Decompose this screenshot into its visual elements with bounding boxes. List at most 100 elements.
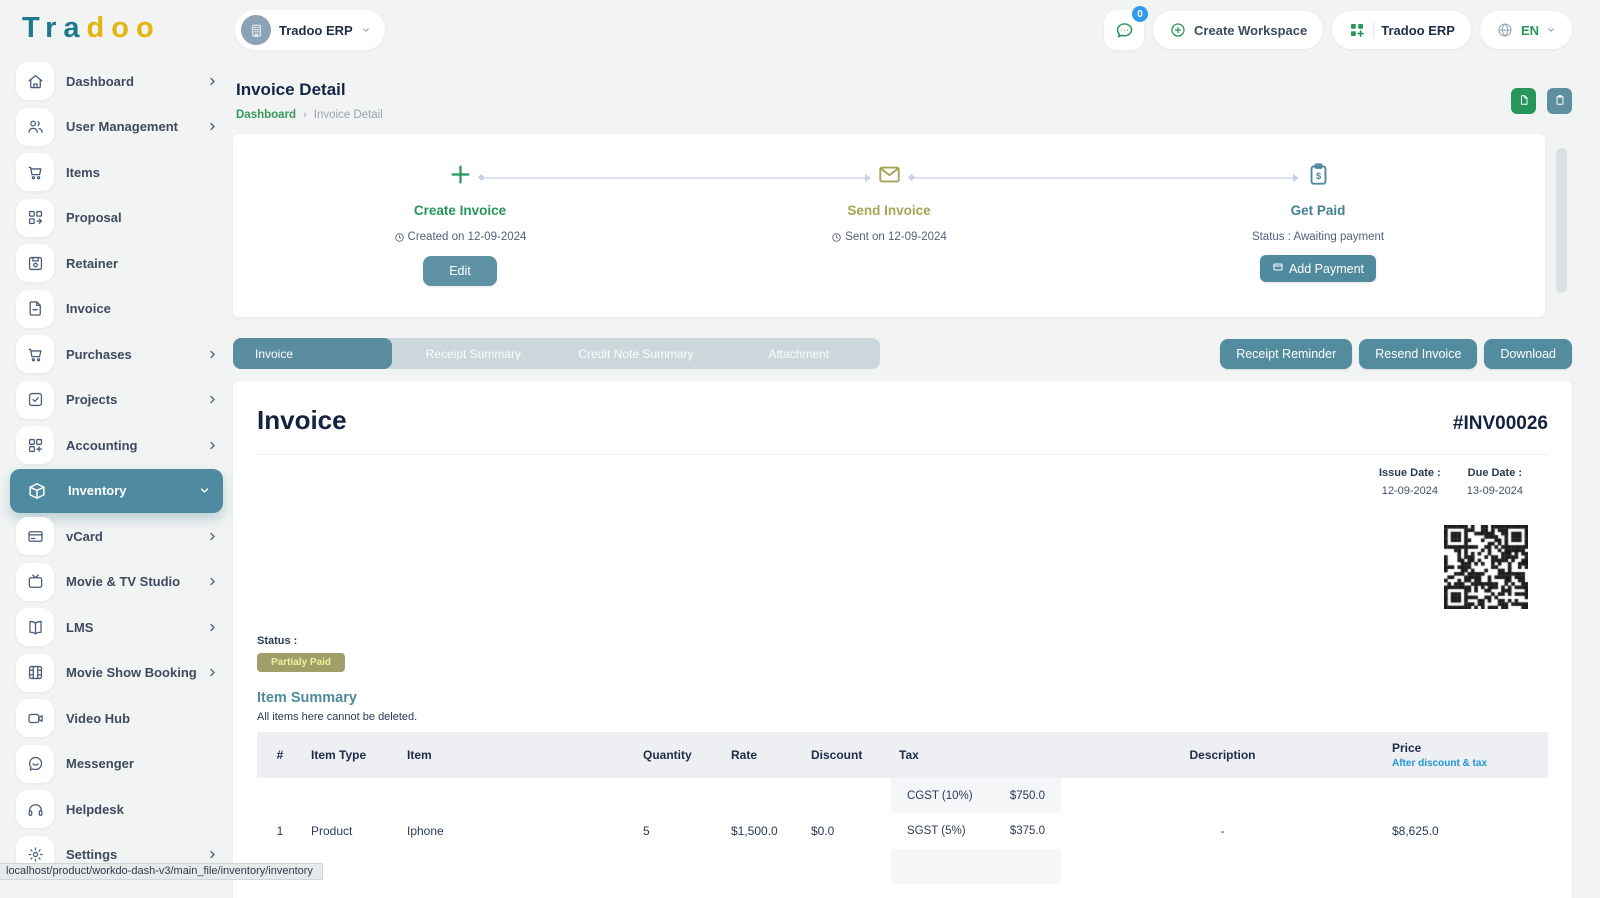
chevron-right-icon bbox=[206, 666, 219, 679]
book-icon bbox=[16, 608, 54, 646]
sidebar-item-label: Retainer bbox=[66, 256, 118, 271]
sidebar-item-label: Inventory bbox=[68, 483, 127, 498]
create-workspace-label: Create Workspace bbox=[1194, 23, 1307, 38]
invoice-tabs: Invoice Receipt Summary Credit Note Summ… bbox=[233, 338, 880, 369]
download-button[interactable]: Download bbox=[1484, 339, 1572, 369]
table-header: # Item Type Item Quantity Rate Discount … bbox=[257, 732, 1548, 778]
sidebar-item-items[interactable]: Items bbox=[16, 153, 219, 191]
chevron-down-icon bbox=[1546, 25, 1556, 35]
chevron-right-icon bbox=[206, 848, 219, 861]
scrollbar-thumb[interactable] bbox=[1556, 148, 1567, 293]
tax-row-clipped bbox=[891, 849, 1061, 884]
invoice-status: Status : Partialy Paid bbox=[257, 635, 1548, 672]
sidebar-item-invoice[interactable]: Invoice bbox=[16, 290, 219, 328]
tv-icon bbox=[16, 563, 54, 601]
sidebar-item-movie-tv-studio[interactable]: Movie & TV Studio bbox=[16, 563, 219, 601]
cell-item: Iphone bbox=[399, 824, 635, 838]
topbar-actions: 0 Create Workspace Tradoo ERP EN bbox=[1104, 10, 1572, 50]
sidebar-item-dashboard[interactable]: Dashboard bbox=[16, 62, 219, 100]
breadcrumb: Dashboard › Invoice Detail bbox=[236, 109, 1572, 121]
cell-price: $8,625.0 bbox=[1384, 824, 1548, 838]
tax-amount: $375.0 bbox=[1010, 825, 1045, 837]
invoice-card-header: Invoice #INV00026 bbox=[257, 405, 1548, 436]
sidebar-item-helpdesk[interactable]: Helpdesk bbox=[16, 790, 219, 828]
sidebar-item-video-hub[interactable]: Video Hub bbox=[16, 699, 219, 737]
edit-invoice-button[interactable]: Edit bbox=[423, 256, 497, 286]
cell-discount: $0.0 bbox=[803, 824, 891, 838]
divider bbox=[1373, 22, 1374, 38]
sidebar-item-proposal[interactable]: Proposal bbox=[16, 199, 219, 237]
qr-code bbox=[1444, 525, 1528, 609]
logo-text-yellow: doo bbox=[87, 12, 161, 44]
tax-row: CGST (10%) $750.0 bbox=[891, 778, 1061, 813]
chat-button[interactable]: 0 bbox=[1104, 10, 1144, 50]
sidebar-item-label: Helpdesk bbox=[66, 802, 124, 817]
sidebar-item-movie-show-booking[interactable]: Movie Show Booking bbox=[16, 654, 219, 692]
envelope-icon bbox=[759, 156, 1019, 192]
globe-icon bbox=[1496, 21, 1514, 39]
items-table: # Item Type Item Quantity Rate Discount … bbox=[257, 732, 1548, 884]
issue-date: Issue Date : 12-09-2024 bbox=[1379, 467, 1441, 497]
workspace-grid-icon bbox=[1348, 21, 1366, 39]
status-badge: Partialy Paid bbox=[257, 653, 345, 672]
sidebar-item-retainer[interactable]: Retainer bbox=[16, 244, 219, 282]
receipt-reminder-button[interactable]: Receipt Reminder bbox=[1220, 339, 1352, 369]
due-date: Due Date : 13-09-2024 bbox=[1467, 467, 1523, 497]
new-document-button[interactable] bbox=[1511, 88, 1536, 114]
clipboard-icon bbox=[1554, 94, 1566, 109]
table-row: 1 Product Iphone 5 $1,500.0 $0.0 CGST (1… bbox=[257, 778, 1548, 884]
messenger-icon bbox=[16, 745, 54, 783]
language-selector[interactable]: EN bbox=[1480, 11, 1572, 49]
inventory-icon bbox=[18, 472, 56, 510]
sidebar-item-label: Accounting bbox=[66, 438, 138, 453]
sidebar-item-label: Items bbox=[66, 165, 100, 180]
tax-row: SGST (5%) $375.0 bbox=[891, 813, 1061, 848]
invoice-number: #INV00026 bbox=[1453, 413, 1548, 435]
app-logo[interactable]: Tradoo bbox=[22, 12, 161, 45]
col-header-quantity: Quantity bbox=[635, 748, 723, 762]
page-title: Invoice Detail bbox=[236, 80, 1572, 100]
accounting-icon bbox=[16, 426, 54, 464]
chevron-right-icon bbox=[206, 575, 219, 588]
sidebar-item-messenger[interactable]: Messenger bbox=[16, 745, 219, 783]
sidebar-item-lms[interactable]: LMS bbox=[16, 608, 219, 646]
col-header-item-type: Item Type bbox=[303, 748, 399, 762]
clock-icon bbox=[831, 232, 842, 243]
sidebar-item-label: Invoice bbox=[66, 301, 111, 316]
plus-circle-icon bbox=[1169, 21, 1187, 39]
sidebar-item-inventory[interactable]: Inventory bbox=[10, 469, 223, 513]
sidebar-item-vcard[interactable]: vCard bbox=[16, 517, 219, 555]
chevron-right-icon bbox=[206, 439, 219, 452]
sidebar-item-label: Proposal bbox=[66, 210, 122, 225]
copy-invoice-button[interactable] bbox=[1547, 88, 1572, 114]
projects-icon bbox=[16, 381, 54, 419]
tab-attachment[interactable]: Attachment bbox=[717, 338, 880, 369]
chevron-down-icon bbox=[361, 25, 371, 35]
tab-credit-note-summary[interactable]: Credit Note Summary bbox=[555, 338, 718, 369]
workspace-selector[interactable]: Tradoo ERP bbox=[235, 10, 385, 50]
create-workspace-button[interactable]: Create Workspace bbox=[1153, 11, 1323, 49]
main-content: Invoice Detail Dashboard › Invoice Detai… bbox=[233, 60, 1572, 898]
sidebar-item-user-management[interactable]: User Management bbox=[16, 108, 219, 146]
page-header: Invoice Detail Dashboard › Invoice Detai… bbox=[233, 60, 1572, 121]
cell-tax: CGST (10%) $750.0 SGST (5%) $375.0 bbox=[891, 778, 1061, 884]
add-payment-button[interactable]: Add Payment bbox=[1260, 255, 1376, 282]
sidebar-item-purchases[interactable]: Purchases bbox=[16, 335, 219, 373]
invoice-progress-card: Create Invoice Created on 12-09-2024 Edi… bbox=[233, 134, 1545, 317]
sidebar-item-accounting[interactable]: Accounting bbox=[16, 426, 219, 464]
vcard-icon bbox=[16, 517, 54, 555]
item-summary-title: Item Summary bbox=[257, 690, 1548, 706]
resend-invoice-button[interactable]: Resend Invoice bbox=[1359, 339, 1477, 369]
building-icon bbox=[241, 15, 271, 45]
step-create-invoice: Create Invoice Created on 12-09-2024 Edi… bbox=[330, 156, 590, 286]
tab-invoice[interactable]: Invoice bbox=[233, 338, 392, 369]
breadcrumb-current: Invoice Detail bbox=[314, 109, 383, 121]
tax-label: SGST (5%) bbox=[907, 825, 966, 837]
breadcrumb-dashboard[interactable]: Dashboard bbox=[236, 109, 296, 121]
workspace-switch-button[interactable]: Tradoo ERP bbox=[1332, 11, 1471, 49]
step-get-paid: $ Get Paid Status : Awaiting payment Add… bbox=[1188, 156, 1448, 282]
sidebar-item-label: Video Hub bbox=[66, 711, 130, 726]
col-header-tax: Tax bbox=[891, 748, 1061, 762]
tab-receipt-summary[interactable]: Receipt Summary bbox=[392, 338, 555, 369]
sidebar-item-projects[interactable]: Projects bbox=[16, 381, 219, 419]
